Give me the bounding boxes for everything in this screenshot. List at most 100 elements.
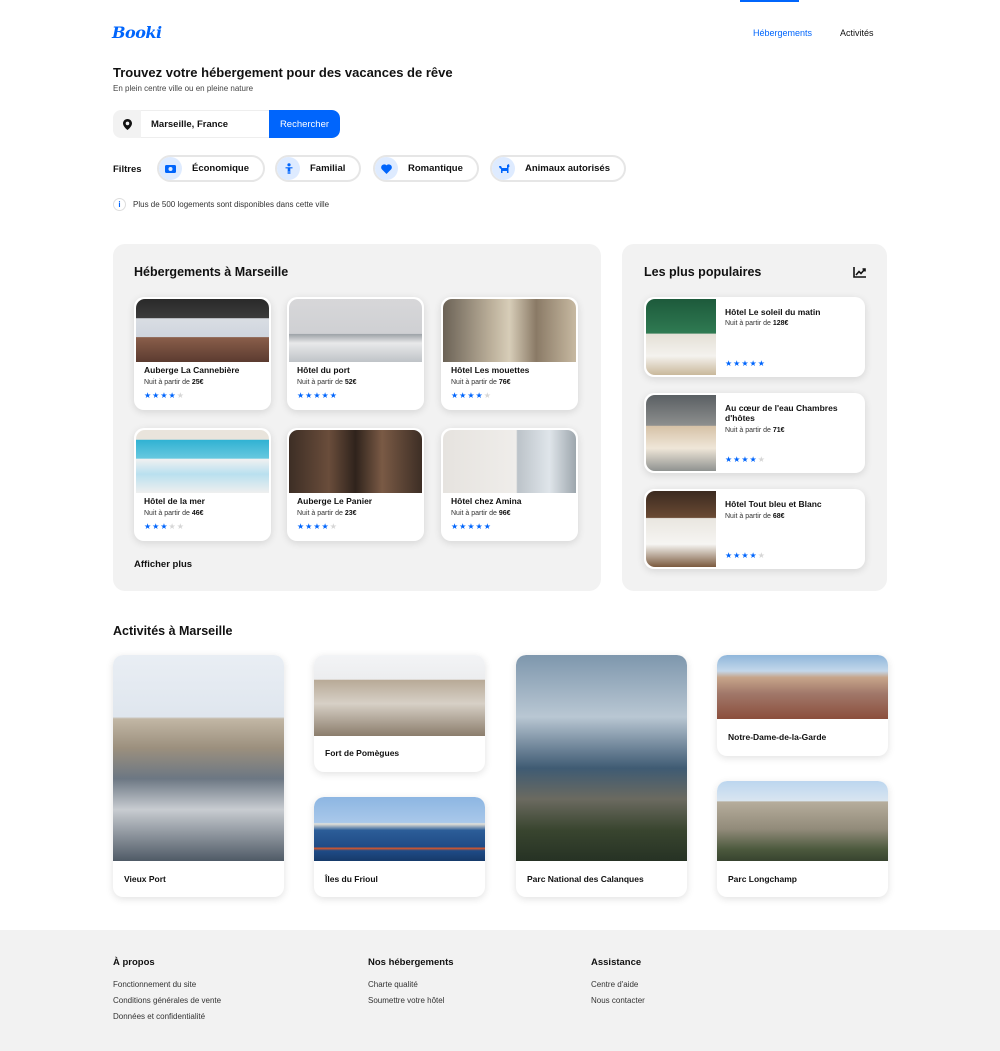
filter-familial[interactable]: Familial: [275, 155, 362, 182]
populaire-card[interactable]: Au cœur de l'eau Chambres d'hôtes Nuit à…: [644, 393, 865, 473]
star-rating: ★★★★★: [297, 391, 338, 400]
hebergement-photo: [289, 430, 422, 493]
hebergements-title: Hébergements à Marseille: [134, 265, 289, 279]
footer-link[interactable]: Fonctionnement du site: [113, 980, 221, 989]
activite-name: Îles du Frioul: [325, 874, 378, 884]
star-filled-icon: ★: [757, 359, 766, 368]
footer-link[interactable]: Charte qualité: [368, 980, 454, 989]
hebergement-photo: [443, 299, 576, 362]
nav-link-activites[interactable]: Activités: [840, 28, 874, 38]
star-empty-icon: ★: [329, 522, 338, 531]
info-text: Plus de 500 logements sont disponibles d…: [133, 200, 330, 209]
hebergement-photo: [136, 299, 269, 362]
star-filled-icon: ★: [451, 391, 460, 400]
activite-name: Parc Longchamp: [728, 874, 797, 884]
filter-economique[interactable]: Économique: [157, 155, 266, 182]
dog-icon: [492, 157, 515, 180]
hebergement-card[interactable]: Hôtel Les mouettes Nuit à partir de 76€ …: [441, 297, 578, 410]
activite-card[interactable]: Parc Longchamp: [717, 781, 888, 897]
hebergement-price: Nuit à partir de 46€: [144, 510, 204, 517]
populaire-name: Hôtel Tout bleu et Blanc: [725, 499, 822, 509]
star-filled-icon: ★: [321, 391, 330, 400]
star-filled-icon: ★: [168, 391, 177, 400]
star-rating: ★★★★★: [144, 522, 185, 531]
star-empty-icon: ★: [176, 522, 185, 531]
star-empty-icon: ★: [757, 455, 766, 464]
activite-card[interactable]: Parc National des Calanques: [516, 655, 687, 897]
footer-link[interactable]: Données et confidentialité: [113, 1012, 221, 1021]
hebergement-name: Hôtel du port: [297, 365, 350, 375]
star-filled-icon: ★: [313, 391, 322, 400]
populaire-card[interactable]: Hôtel Tout bleu et Blanc Nuit à partir d…: [644, 489, 865, 569]
hebergement-card[interactable]: Hôtel chez Amina Nuit à partir de 96€ ★★…: [441, 428, 578, 541]
money-icon: [159, 157, 182, 180]
star-filled-icon: ★: [297, 522, 306, 531]
page-subtitle: En plein centre ville ou en pleine natur…: [113, 84, 254, 93]
star-filled-icon: ★: [144, 522, 153, 531]
star-filled-icon: ★: [160, 391, 169, 400]
activite-card[interactable]: Fort de Pomègues: [314, 655, 485, 772]
page-title: Trouvez votre hébergement pour des vacan…: [113, 65, 453, 80]
map-pin-icon: [113, 110, 141, 138]
populaire-name: Hôtel Le soleil du matin: [725, 307, 821, 317]
footer-link[interactable]: Conditions générales de vente: [113, 996, 221, 1005]
hebergement-price: Nuit à partir de 25€: [144, 379, 204, 386]
populaire-price: Nuit à partir de 128€: [725, 320, 789, 327]
activite-photo: [314, 797, 485, 861]
footer-link[interactable]: Soumettre votre hôtel: [368, 996, 454, 1005]
hebergement-photo: [443, 430, 576, 493]
hebergement-card[interactable]: Auberge La Cannebière Nuit à partir de 2…: [134, 297, 271, 410]
activite-photo: [113, 655, 284, 861]
hebergement-photo: [289, 299, 422, 362]
activite-card[interactable]: Îles du Frioul: [314, 797, 485, 897]
star-rating: ★★★★★: [725, 551, 766, 560]
star-filled-icon: ★: [475, 522, 484, 531]
footer-link[interactable]: Nous contacter: [591, 996, 645, 1005]
star-rating: ★★★★★: [451, 522, 492, 531]
search-input[interactable]: Marseille, France: [141, 110, 269, 138]
populaire-card[interactable]: Hôtel Le soleil du matin Nuit à partir d…: [644, 297, 865, 377]
hebergement-card[interactable]: Auberge Le Panier Nuit à partir de 23€ ★…: [287, 428, 424, 541]
activite-card[interactable]: Vieux Port: [113, 655, 284, 897]
star-filled-icon: ★: [741, 359, 750, 368]
hebergement-name: Hôtel Les mouettes: [451, 365, 530, 375]
show-more-link[interactable]: Afficher plus: [134, 559, 192, 570]
hebergement-card[interactable]: Hôtel de la mer Nuit à partir de 46€ ★★★…: [134, 428, 271, 541]
star-filled-icon: ★: [725, 455, 734, 464]
info-message: i Plus de 500 logements sont disponibles…: [113, 198, 329, 211]
filter-animaux[interactable]: Animaux autorisés: [490, 155, 626, 182]
populaire-photo: [646, 299, 716, 375]
activite-card[interactable]: Notre-Dame-de-la-Garde: [717, 655, 888, 756]
populaires-title: Les plus populaires: [644, 265, 762, 279]
activite-photo: [717, 655, 888, 719]
populaire-photo: [646, 395, 716, 471]
star-filled-icon: ★: [160, 522, 169, 531]
search-bar: Marseille, France Rechercher: [113, 110, 340, 138]
footer-column-title: Assistance: [591, 957, 642, 968]
star-empty-icon: ★: [757, 551, 766, 560]
populaire-name: Au cœur de l'eau Chambres d'hôtes: [725, 403, 838, 423]
footer-column-hebergements: Nos hébergements Charte qualité Soumettr…: [368, 957, 454, 1012]
star-filled-icon: ★: [467, 522, 476, 531]
populaire-price: Nuit à partir de 71€: [725, 427, 785, 434]
logo[interactable]: Booki: [112, 23, 162, 42]
footer-column-title: Nos hébergements: [368, 957, 454, 968]
filter-romantique[interactable]: Romantique: [373, 155, 479, 182]
star-filled-icon: ★: [467, 391, 476, 400]
activites-title: Activités à Marseille: [113, 624, 233, 638]
hebergement-price: Nuit à partir de 76€: [451, 379, 511, 386]
search-button[interactable]: Rechercher: [269, 110, 340, 138]
star-filled-icon: ★: [749, 455, 758, 464]
star-filled-icon: ★: [741, 551, 750, 560]
footer-link[interactable]: Centre d'aide: [591, 980, 645, 989]
filter-label: Animaux autorisés: [525, 163, 610, 174]
populaire-price: Nuit à partir de 68€: [725, 513, 785, 520]
star-filled-icon: ★: [144, 391, 153, 400]
hebergement-name: Hôtel chez Amina: [451, 496, 522, 506]
star-empty-icon: ★: [483, 391, 492, 400]
hebergement-card[interactable]: Hôtel du port Nuit à partir de 52€ ★★★★★: [287, 297, 424, 410]
nav-link-hebergements[interactable]: Hébergements: [753, 28, 812, 38]
star-filled-icon: ★: [741, 455, 750, 464]
star-filled-icon: ★: [749, 551, 758, 560]
filters-label: Filtres: [113, 164, 142, 175]
